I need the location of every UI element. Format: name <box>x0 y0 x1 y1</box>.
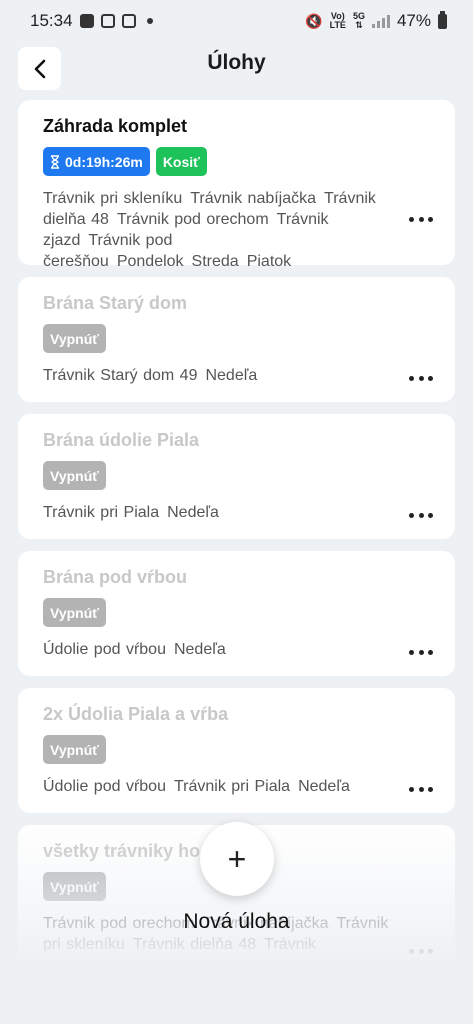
task-card[interactable]: Záhrada komplet 0d:19h:26m Kosiť Trávnik… <box>18 100 455 270</box>
task-card[interactable]: Brána Starý dom Vypnúť Trávnik Starý dom… <box>18 277 455 402</box>
add-task-label[interactable]: Nová úloha <box>0 910 473 934</box>
gallery-icon <box>79 14 94 28</box>
task-card[interactable]: 2x Údolia Piala a vŕba Vypnúť Údolie pod… <box>18 688 455 813</box>
signal-icon <box>371 14 390 28</box>
more-options-icon[interactable] <box>409 509 433 521</box>
status-badge: Vypnúť <box>43 735 106 764</box>
task-card[interactable]: Brána pod vŕbou Vypnúť Údolie pod vŕbou N… <box>18 551 455 676</box>
5g-icon: 5G ⇅ <box>352 11 365 30</box>
task-title: Brána údolie Piala <box>43 430 200 450</box>
more-options-icon[interactable] <box>409 372 433 384</box>
task-details: Trávnik Starý dom 49 Nedeľa <box>43 367 258 384</box>
more-options-icon[interactable] <box>409 783 433 795</box>
volte-icon: Vo) LTE <box>329 11 346 30</box>
more-options-icon[interactable] <box>409 646 433 658</box>
status-badge: Vypnúť <box>43 872 106 901</box>
app-header: Úlohy <box>0 42 473 98</box>
battery-icon <box>438 10 447 29</box>
page-title: Úlohy <box>207 51 266 74</box>
task-title: 2x Údolia Piala a vŕba <box>43 704 229 724</box>
task-details: Údolie pod vŕbou Nedeľa <box>43 641 226 658</box>
plus-icon: + <box>227 840 247 877</box>
task-title: Záhrada komplet <box>43 116 188 136</box>
status-badge: Vypnúť <box>43 598 106 627</box>
task-details: Trávnik pri skleníku Trávnik nabíjačka Trá… <box>43 190 376 270</box>
instagram-icon <box>100 14 115 28</box>
task-card[interactable]: Brána údolie Piala Vypnúť Trávnik pri Pi… <box>18 414 455 539</box>
status-badge: Vypnúť <box>43 461 106 490</box>
clock: 15:34 <box>30 11 73 30</box>
mute-icon: 🔇 <box>305 12 323 29</box>
hourglass-icon <box>51 154 59 169</box>
task-details: Trávnik pri Piala Nedeľa <box>43 504 219 521</box>
task-title: Brána Starý dom <box>43 293 188 313</box>
instagram-icon <box>121 14 136 28</box>
task-details: Údolie pod vŕbou Trávnik pri Piala Nedeľa <box>43 778 350 795</box>
status-bar: 15:34 🔇 Vo) LTE 5G ⇅ 47% <box>0 0 473 42</box>
battery-percent: 47% <box>396 11 431 30</box>
more-notifications-icon <box>146 18 153 24</box>
more-options-icon[interactable] <box>409 945 433 957</box>
status-badge: Vypnúť <box>43 324 106 353</box>
task-title: Brána pod vŕbou <box>43 567 188 587</box>
timer-badge: 0d:19h:26m <box>43 147 150 176</box>
status-badge: Kosiť <box>155 147 207 176</box>
add-task-button[interactable]: + <box>200 822 274 896</box>
more-options-icon[interactable] <box>409 213 433 225</box>
